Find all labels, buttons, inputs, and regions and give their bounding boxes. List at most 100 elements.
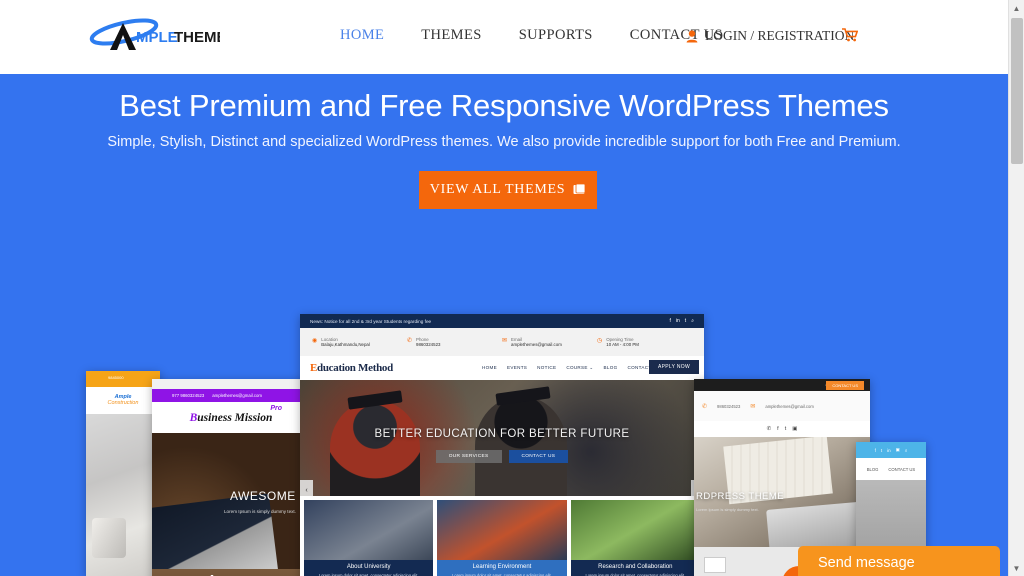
construction-brand-line2: Construction	[107, 399, 139, 406]
send-message-widget[interactable]: Send message	[798, 546, 1000, 576]
education-apply-now-button[interactable]: APPLY NOW	[649, 360, 699, 374]
graduate-figure-left	[330, 400, 420, 496]
slider-prev-arrow[interactable]: ‹	[300, 480, 313, 496]
business-spacer	[152, 379, 310, 389]
blue-theme-nav-blog[interactable]: BLOG	[867, 467, 879, 472]
right-theme-social-icons: ✆ f t ▣	[694, 421, 870, 437]
showcase-shot-business-mission[interactable]: 977 9860324523 amplethemes@gmail.com Bus…	[152, 379, 310, 576]
construction-logo: Ample Construction	[86, 387, 160, 414]
showcase-shot-education-method[interactable]: News: Notice for all 2nd & 3rd year Stud…	[300, 314, 704, 576]
card-illustration	[704, 557, 726, 573]
laptop-illustration	[766, 500, 870, 547]
education-hours-value: 10 AM - 4:00 PM	[606, 342, 639, 347]
education-hero-banner: BETTER EDUCATION FOR BETTER FUTURE OUR S…	[300, 380, 704, 496]
education-nav-links: HOME EVENTS NOTICE COURSE ⌄ BLOG CONTACT…	[482, 365, 660, 371]
education-card-learning-environment[interactable]: Learning Environment Lorem ipsum dolor s…	[437, 500, 567, 576]
education-nav-notice[interactable]: NOTICE	[537, 365, 556, 371]
amplethemes-logo[interactable]: MPLE THEMES	[88, 16, 220, 56]
location-pin-icon: ◉	[312, 338, 318, 344]
facebook-icon[interactable]: f	[875, 448, 876, 453]
education-info-email: ✉ Email amplethemes@gmail.com	[502, 337, 597, 347]
card-title: About University	[346, 564, 391, 570]
nav-item-home[interactable]: HOME	[340, 27, 384, 44]
education-nav-course[interactable]: COURSE ⌄	[566, 365, 593, 371]
right-theme-email: amplethemes@gmail.com	[765, 403, 814, 409]
education-email-value: amplethemes@gmail.com	[511, 342, 562, 347]
instagram-icon[interactable]: ▣	[792, 426, 797, 432]
page-scrollbar[interactable]: ▲ ▼	[1008, 0, 1024, 576]
login-registration-label: LOGIN / REGISTRATION	[705, 28, 855, 43]
twitter-icon[interactable]: t	[785, 426, 787, 432]
business-hero-subtitle: Lorem Ipsum is simply dummy text.	[224, 509, 296, 514]
search-icon[interactable]: ⌕	[905, 448, 908, 453]
right-theme-contact-button[interactable]: CONTACT US	[826, 381, 864, 390]
education-card-about-university[interactable]: About University Lorem ipsum dolor sit a…	[304, 500, 434, 576]
twitter-icon[interactable]: t	[685, 318, 686, 324]
education-location-value: Balaju,Kathmandu,Nepal	[321, 342, 370, 347]
education-nav-blog[interactable]: BLOG	[604, 365, 618, 371]
facebook-icon[interactable]: f	[670, 318, 671, 324]
right-theme-hero-subtitle: Lorem Ipsum is simply dummy text.	[696, 507, 759, 512]
hero-section: Best Premium and Free Responsive WordPre…	[0, 74, 1008, 576]
facebook-icon[interactable]: f	[777, 426, 779, 432]
search-icon[interactable]: ⌕	[691, 318, 694, 324]
education-info-location: ◉ Location Balaju,Kathmandu,Nepal	[312, 337, 407, 347]
education-contact-us-button[interactable]: CONTACT US	[508, 450, 569, 463]
linkedin-icon[interactable]: in	[887, 448, 891, 453]
card-image	[437, 500, 567, 560]
instagram-icon[interactable]: ▣	[896, 447, 900, 453]
clock-icon: ◷	[597, 338, 603, 344]
shopping-cart-icon	[842, 28, 859, 42]
twitter-icon[interactable]: t	[881, 448, 882, 453]
blue-theme-navbar: BLOG CONTACT US	[856, 458, 926, 480]
education-brand-first: E	[310, 362, 318, 374]
education-brand: Education Method	[310, 362, 393, 374]
card-title: Research and Collaboration	[598, 564, 673, 570]
education-our-services-button[interactable]: OUR SERVICES	[435, 450, 502, 463]
right-theme-phone: 9860324523	[717, 403, 741, 409]
site-header: MPLE THEMES HOME THEMES SUPPORTS CONTACT…	[0, 0, 1008, 74]
business-phone: 977 9860324523	[172, 393, 205, 398]
blue-theme-topbar: f t in ▣ ⌕	[856, 442, 926, 458]
envelope-icon: ✉	[502, 338, 508, 344]
right-theme-info-bar: ✆ 9860324523 ✉ amplethemes@gmail.com	[694, 391, 870, 421]
education-card-research-collaboration[interactable]: Research and Collaboration Lorem ipsum d…	[570, 500, 700, 576]
send-message-label: Send message	[818, 555, 915, 571]
education-phone-value: 9860324523	[416, 342, 441, 347]
business-brand-rest: usiness Mission	[197, 411, 273, 424]
education-banner-buttons: OUR SERVICES CONTACT US	[300, 450, 704, 463]
nav-item-themes[interactable]: THEMES	[421, 27, 481, 44]
construction-hero-image	[86, 414, 160, 576]
svg-text:MPLE: MPLE	[136, 29, 178, 46]
user-icon	[686, 29, 698, 42]
main-navigation: HOME THEMES SUPPORTS CONTACT US	[340, 27, 723, 44]
nav-item-supports[interactable]: SUPPORTS	[519, 27, 593, 44]
browser-viewport: MPLE THEMES HOME THEMES SUPPORTS CONTACT…	[0, 0, 1024, 576]
showcase-shot-construction[interactable]: 9845000 Ample Construction	[86, 371, 160, 576]
blue-theme-nav-contact[interactable]: CONTACT US	[888, 467, 915, 472]
phone-icon: ✆	[407, 338, 413, 344]
scrollbar-thumb[interactable]	[1011, 18, 1023, 164]
cart-button[interactable]	[842, 28, 859, 46]
phone-icon[interactable]: ✆	[767, 426, 772, 432]
card-image	[304, 500, 434, 560]
scroll-up-arrow[interactable]: ▲	[1009, 0, 1024, 16]
login-registration-link[interactable]: LOGIN / REGISTRATION	[686, 28, 854, 44]
education-navbar: Education Method HOME EVENTS NOTICE COUR…	[300, 356, 704, 380]
theme-showcase: 9845000 Ample Construction 977 986032452…	[0, 74, 1008, 576]
card-title: Learning Environment	[472, 564, 532, 570]
education-news-bar: News: Notice for all 2nd & 3rd year Stud…	[300, 314, 704, 328]
education-cards: About University Lorem ipsum dolor sit a…	[300, 496, 704, 576]
scroll-down-arrow[interactable]: ▼	[1009, 560, 1024, 576]
phone-icon: ✆	[702, 403, 708, 410]
right-theme-topbar: ⌕ CONTACT US	[694, 379, 870, 391]
linkedin-icon[interactable]: in	[676, 318, 680, 324]
education-info-phone: ✆ Phone 9860324523	[407, 337, 502, 347]
business-hero: AWESOME Lorem Ipsum is simply dummy text…	[152, 433, 310, 569]
education-nav-events[interactable]: EVENTS	[507, 365, 527, 371]
business-topbar: 977 9860324523 amplethemes@gmail.com	[152, 389, 310, 402]
education-nav-home[interactable]: HOME	[482, 365, 497, 371]
education-news-ticker: News: Notice for all 2nd & 3rd year Stud…	[310, 318, 432, 324]
laptop-illustration	[152, 493, 279, 569]
right-theme-hero-title: RDPRESS THEME	[696, 491, 785, 502]
